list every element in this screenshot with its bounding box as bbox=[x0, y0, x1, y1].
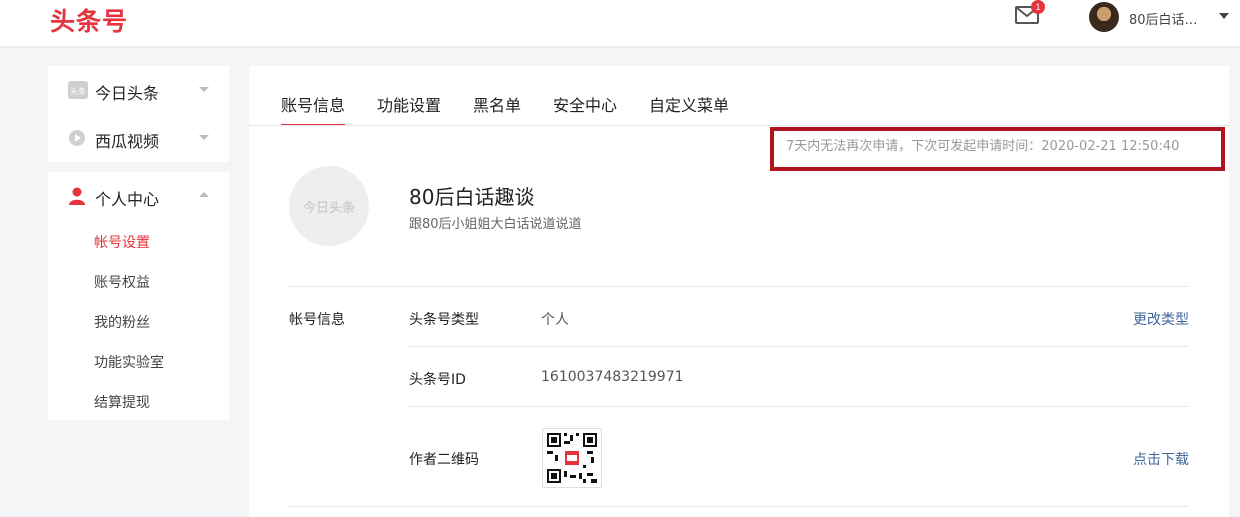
tab-custom-menu[interactable]: 自定义菜单 bbox=[649, 92, 729, 116]
sidebar-item-label: 西瓜视频 bbox=[95, 132, 160, 151]
sidebar-platforms: 头条 今日头条 西瓜视频 bbox=[48, 66, 229, 162]
top-bar: 头条号 1 80后白话… bbox=[0, 0, 1240, 46]
user-icon bbox=[68, 187, 86, 205]
xigua-icon bbox=[68, 129, 86, 147]
user-name[interactable]: 80后白话… bbox=[1129, 9, 1198, 28]
section-label: 帐号信息 bbox=[289, 312, 345, 328]
sidebar-item-xigua[interactable]: 西瓜视频 bbox=[48, 114, 229, 162]
profile-avatar[interactable]: 今日头条 bbox=[289, 166, 369, 246]
row-value-type: 个人 bbox=[541, 312, 569, 328]
divider bbox=[289, 506, 1189, 507]
tab-account-info[interactable]: 账号信息 bbox=[281, 92, 346, 126]
highlight-box bbox=[770, 127, 1225, 171]
sidebar-sub-feature-lab[interactable]: 功能实验室 bbox=[94, 352, 164, 372]
sidebar-sub-account-rights[interactable]: 账号权益 bbox=[94, 272, 150, 292]
avatar[interactable] bbox=[1089, 2, 1119, 32]
tab-blacklist[interactable]: 黑名单 bbox=[473, 92, 521, 116]
tab-security-center[interactable]: 安全中心 bbox=[553, 92, 617, 116]
main-panel: 账号信息 功能设置 黑名单 安全中心 自定义菜单 7天内无法再次申请，下次可发起… bbox=[249, 66, 1229, 517]
avatar-placeholder-text: 今日头条 bbox=[302, 201, 355, 216]
sidebar-personal: 个人中心 帐号设置 账号权益 我的粉丝 功能实验室 结算提现 bbox=[48, 172, 229, 420]
sidebar-sub-account-settings[interactable]: 帐号设置 bbox=[94, 232, 150, 252]
logo[interactable]: 头条号 bbox=[50, 2, 128, 38]
row-value-id: 1610037483219971 bbox=[541, 369, 684, 385]
sidebar-item-label: 今日头条 bbox=[95, 84, 160, 103]
row-label-type: 头条号类型 bbox=[409, 312, 479, 328]
sidebar-item-toutiao[interactable]: 头条 今日头条 bbox=[48, 66, 229, 114]
divider bbox=[409, 406, 1189, 407]
row-label-qrcode: 作者二维码 bbox=[409, 452, 479, 468]
profile-description: 跟80后小姐姐大白话说道说道 bbox=[409, 217, 582, 232]
sidebar-item-personal-center[interactable]: 个人中心 bbox=[48, 172, 229, 220]
sidebar-sub-withdraw[interactable]: 结算提现 bbox=[94, 392, 150, 412]
row-label-id: 头条号ID bbox=[409, 372, 466, 388]
chevron-down-icon bbox=[199, 87, 209, 92]
svg-text:头条: 头条 bbox=[70, 86, 86, 96]
qr-code bbox=[542, 428, 602, 488]
sidebar-sub-my-fans[interactable]: 我的粉丝 bbox=[94, 312, 150, 332]
chevron-up-icon bbox=[199, 192, 209, 197]
chevron-down-icon bbox=[199, 135, 209, 140]
divider bbox=[289, 286, 1189, 287]
profile-name: 80后白话趣谈 bbox=[409, 185, 535, 209]
notification-badge: 1 bbox=[1031, 0, 1045, 14]
sidebar-item-label: 个人中心 bbox=[95, 190, 160, 209]
toutiao-icon: 头条 bbox=[68, 81, 88, 99]
divider bbox=[249, 125, 1229, 126]
download-link[interactable]: 点击下载 bbox=[1133, 449, 1189, 469]
tab-function-settings[interactable]: 功能设置 bbox=[377, 92, 441, 116]
chevron-down-icon[interactable] bbox=[1219, 13, 1229, 19]
change-type-link[interactable]: 更改类型 bbox=[1133, 309, 1189, 329]
divider bbox=[409, 346, 1189, 347]
